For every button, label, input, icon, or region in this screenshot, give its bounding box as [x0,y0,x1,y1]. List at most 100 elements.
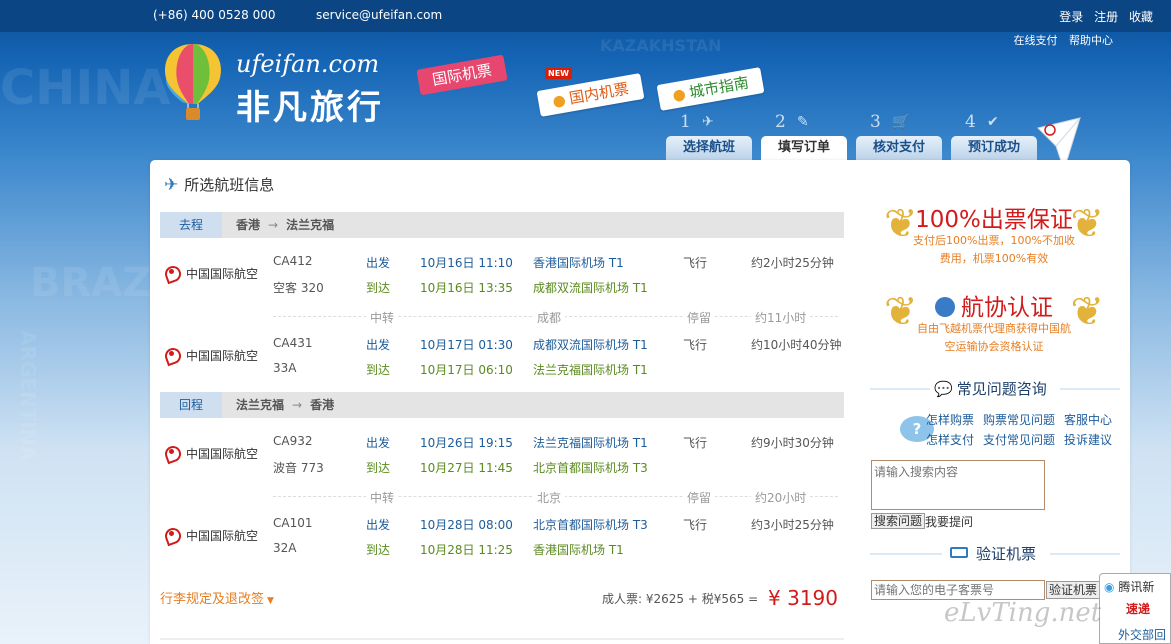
faq-customer-service[interactable]: 客服中心 [1064,411,1112,428]
faq-search-button[interactable]: 搜索问题 [871,513,926,529]
flight-type: 飞行 [683,256,708,270]
help-center-link[interactable]: 帮助中心 [1069,34,1113,47]
bg-word-kazakhstan: KAZAKHSTAN [600,36,722,55]
faq-pay-questions[interactable]: 支付常见问题 [983,431,1055,448]
watermark: eLvTing.net [944,598,1102,628]
check-icon: ✔ [987,114,999,130]
popup-title: 腾讯新 [1118,580,1155,594]
arrow-right-icon: → [268,218,279,232]
dot-icon: ● [551,90,568,111]
currency-symbol: ¥ [768,586,781,610]
step-check-pay[interactable]: 3 🛒 核对支付 [856,112,942,160]
faq-title-text: 常见问题咨询 [956,380,1047,398]
header-line [870,553,942,555]
depart-airport: 北京首都国际机场 T3 [533,518,648,532]
faq-title: 💬 常见问题咨询 [934,378,1047,399]
depart-label: 出发 [366,518,391,532]
air-china-logo-icon [164,264,180,280]
arrive-label: 到达 [366,543,391,557]
route-to: 法兰克福 [286,218,335,232]
faq-header: 💬 常见问题咨询 [870,378,1128,398]
baggage-refund-rules-link[interactable]: 行李规定及退改签 ▼ [160,588,274,607]
cert-title-text: 航协认证 [961,295,1053,321]
faq-complaints[interactable]: 投诉建议 [1064,431,1112,448]
return-header: 回程 法兰克福 → 香港 [160,392,844,418]
step-fill-order[interactable]: 2 ✎ 填写订单 [761,112,847,162]
aircraft-type: 空客 320 [273,281,324,295]
step-number: 3 [870,112,881,132]
flight-number: CA101 [273,516,313,530]
aircraft-type: 波音 773 [273,461,324,475]
transfer-city: 成都 [533,309,566,326]
step-booking-success[interactable]: 4 ✔ 预订成功 [951,112,1037,160]
e-ticket-input[interactable] [871,580,1045,600]
depart-time: 10月17日 01:30 [420,338,513,352]
depart-time: 10月16日 11:10 [420,256,513,270]
airline-name: 中国国际航空 [186,447,259,461]
faq-buy-questions[interactable]: 购票常见问题 [983,411,1055,428]
arrive-airport: 成都双流国际机场 T1 [533,281,648,295]
total-price: ¥ 3190 [768,586,838,610]
help-links: 在线支付 帮助中心 [1006,32,1114,48]
login-link[interactable]: 登录 [1059,10,1083,24]
arrive-airport: 北京首都国际机场 T3 [533,461,648,475]
popup-header: ◉ 腾讯新 [1104,578,1154,595]
account-links: 登录 注册 收藏 [1052,8,1153,25]
return-route: 法兰克福 → 香港 [236,392,334,418]
main-panel: ✈ 所选航班信息 去程 香港 → 法兰克福 中国国际航空 CA412 空客 320 出… [150,160,1130,644]
balloon-logo-icon[interactable] [160,42,226,126]
price-summary: 成人票: ¥2625 + 税¥565 = ¥ 3190 [602,586,838,610]
dot-icon: ● [671,84,688,105]
header-line [1050,553,1120,555]
logo-url[interactable]: ufeifan.com [236,50,379,78]
base-fare: ¥2625 [645,592,685,606]
arrive-time: 10月16日 13:35 [420,281,513,295]
ask-question-link[interactable]: 我要提问 [925,513,973,530]
online-pay-link[interactable]: 在线支付 [1014,34,1058,47]
outbound-route: 香港 → 法兰克福 [236,212,334,238]
caret-down-icon: ▼ [267,596,274,606]
guarantee-title: 100%出票保证 [915,207,1073,233]
flight-number: CA932 [273,434,313,448]
outbound-header: 去程 香港 → 法兰克福 [160,212,844,238]
depart-airport: 成都双流国际机场 T1 [533,338,648,352]
verify-ticket-button[interactable]: 验证机票 [1046,581,1101,599]
route-from: 香港 [236,218,261,232]
airline-name: 中国国际航空 [186,529,259,543]
nav-city-guide[interactable]: ●城市指南 [656,67,765,111]
arrive-label: 到达 [366,363,391,377]
favorite-link[interactable]: 收藏 [1129,10,1153,24]
air-china-logo-icon [164,526,180,542]
aircraft-type: 33A [273,361,297,375]
nav-domestic-tickets[interactable]: ●国内机票 [536,73,645,117]
flight-number: CA412 [273,254,313,268]
arrive-time: 10月28日 11:25 [420,543,513,557]
plus-sign: + [687,592,698,606]
register-link[interactable]: 注册 [1094,10,1118,24]
step-label: 选择航班 [666,136,752,160]
cart-icon: 🛒 [892,114,910,130]
header-line [870,388,930,390]
news-popup[interactable]: ◉ 腾讯新 速递 外交部回 [1099,573,1171,644]
guarantee-badge: ❦ ❦ 100%出票保证 支付后100%出票，100%不加收费用，机票100%有… [884,198,1104,278]
step-select-flight[interactable]: 1 ✈ 选择航班 [666,112,752,160]
guarantee-desc: 支付后100%出票，100%不加收费用，机票100%有效 [913,234,1075,265]
step-label: 核对支付 [856,136,942,160]
section-title: ✈ 所选航班信息 [164,174,274,195]
stay-label: 停留 [683,309,716,326]
depart-label: 出发 [366,436,391,450]
arrive-time: 10月17日 06:10 [420,363,513,377]
arrive-airport: 法兰克福国际机场 T1 [533,363,648,377]
top-bar: (+86) 400 0528 000 service@ufeifan.com 登… [0,0,1171,32]
faq-how-to-pay[interactable]: 怎样支付 [926,431,974,448]
logo-name[interactable]: 非凡旅行 [236,80,384,129]
popup-news-link[interactable]: 外交部回 [1118,626,1166,643]
aircraft-type: 32A [273,541,297,555]
cert-title: 航协认证 [884,288,1104,322]
flight-duration: 约9小时30分钟 [751,436,834,450]
nav-intl-tickets[interactable]: 国际机票 [416,54,508,96]
faq-how-to-buy[interactable]: 怎样购票 [926,411,974,428]
return-tag: 回程 [160,392,222,418]
faq-search-input[interactable] [871,460,1045,510]
contact-email[interactable]: service@ufeifan.com [316,8,442,22]
